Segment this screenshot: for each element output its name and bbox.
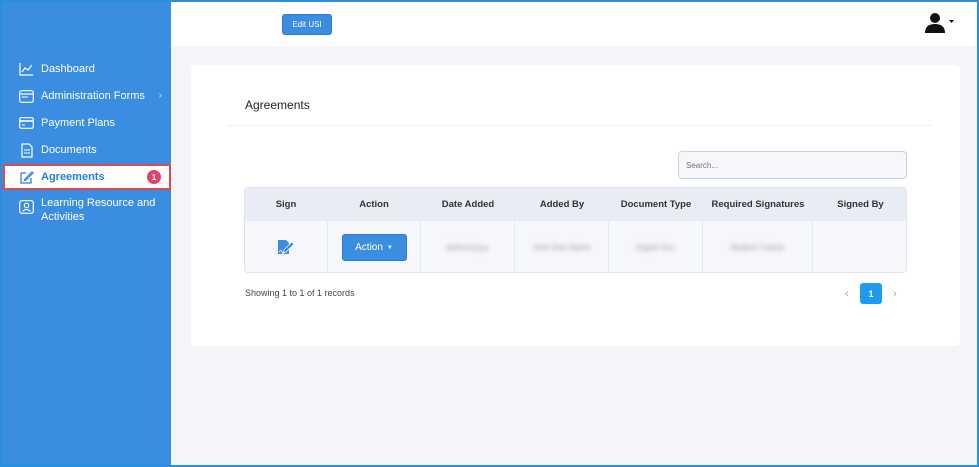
sidebar-item-label: Payment Plans <box>41 117 115 129</box>
person-card-icon <box>19 199 34 214</box>
sidebar-item-dashboard[interactable]: Dashboard <box>2 56 171 82</box>
sidebar-item-label: Dashboard <box>41 63 95 75</box>
column-header-added-by[interactable]: Added By <box>515 188 609 221</box>
document-icon <box>19 142 34 158</box>
pagination-page-button[interactable]: 1 <box>860 283 882 304</box>
browser-window-icon <box>19 89 34 104</box>
action-dropdown-button[interactable]: Action ▼ <box>341 234 407 261</box>
app-frame: Dashboard Administration Forms › Payment… <box>0 0 979 467</box>
column-header-document-type[interactable]: Document Type <box>609 188 703 221</box>
column-header-date-added[interactable]: Date Added <box>421 188 515 221</box>
credit-card-icon <box>19 116 34 131</box>
column-header-signed-by[interactable]: Signed By <box>813 188 906 221</box>
sidebar-item-label: Documents <box>41 144 97 156</box>
pagination-next-button[interactable]: › <box>888 286 902 302</box>
required-signatures-value: Student Trainer <box>730 243 785 252</box>
edit-icon <box>19 170 34 185</box>
column-header-sign[interactable]: Sign <box>245 188 327 221</box>
divider <box>227 125 931 126</box>
chart-line-icon <box>19 62 34 77</box>
pagination-prev-button[interactable]: ‹ <box>840 286 854 302</box>
date-added-cell: dd/mm/yyyy <box>421 221 515 272</box>
table-row: Action ▼ dd/mm/yyyy John Doe Name Digita… <box>245 221 906 272</box>
edit-usi-button[interactable]: Edit USI <box>282 14 332 35</box>
search-input[interactable] <box>678 151 907 179</box>
user-icon <box>925 13 954 33</box>
caret-down-icon: ▼ <box>386 244 393 251</box>
column-header-action[interactable]: Action <box>327 188 421 221</box>
date-added-value: dd/mm/yyyy <box>446 243 489 252</box>
sidebar-item-documents[interactable]: Documents <box>2 137 171 163</box>
sidebar-item-label: Administration Forms <box>41 90 145 102</box>
records-summary: Showing 1 to 1 of 1 records <box>245 288 355 298</box>
user-menu[interactable] <box>925 12 955 36</box>
added-by-value: John Doe Name <box>532 243 591 252</box>
signed-by-cell <box>813 221 906 272</box>
chevron-right-icon: › <box>158 90 162 101</box>
sidebar-item-learning-resource[interactable]: Learning Resource and Activities <box>2 196 171 230</box>
table-header: Sign Action Date Added Added By Document… <box>245 188 906 221</box>
sidebar: Dashboard Administration Forms › Payment… <box>2 2 171 465</box>
agreements-card: Agreements Sign Action Date Added Added … <box>191 65 960 346</box>
page-title: Agreements <box>245 98 310 112</box>
sidebar-item-label: Agreements <box>41 171 105 183</box>
sidebar-item-label: Learning Resource and Activities <box>41 197 156 223</box>
action-cell: Action ▼ <box>327 221 421 272</box>
action-label: Action <box>355 242 383 253</box>
column-header-required-signatures[interactable]: Required Signatures <box>703 188 813 221</box>
document-type-value: Digital Doc <box>636 243 675 252</box>
sidebar-item-payment-plans[interactable]: Payment Plans <box>2 110 171 136</box>
top-header: Edit USI <box>171 2 977 46</box>
sidebar-item-administration-forms[interactable]: Administration Forms › <box>2 83 171 109</box>
document-type-cell: Digital Doc <box>609 221 703 272</box>
sign-document-icon[interactable] <box>276 238 296 258</box>
required-signatures-cell: Student Trainer <box>703 221 813 272</box>
agreements-table: Sign Action Date Added Added By Document… <box>244 187 907 273</box>
sign-cell <box>245 221 327 272</box>
added-by-cell: John Doe Name <box>515 221 609 272</box>
sidebar-item-agreements[interactable]: Agreements 1 <box>3 164 171 190</box>
notification-badge: 1 <box>147 170 161 184</box>
